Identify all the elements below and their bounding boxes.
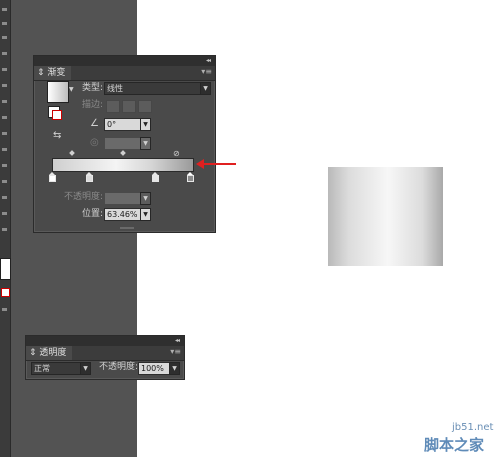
angle-icon: ∠ [90, 118, 99, 129]
tool-icon[interactable] [2, 116, 7, 119]
reverse-gradient-icon[interactable]: ⇆ [53, 130, 61, 141]
panel-menu-icon[interactable]: ▾≡ [201, 68, 212, 76]
stroke-option-1-icon[interactable] [106, 100, 120, 113]
angle-input[interactable]: 0° [104, 118, 142, 131]
stroke-option-3-icon[interactable] [138, 100, 152, 113]
tool-icon[interactable] [2, 148, 7, 151]
gradient-stop-selected[interactable] [187, 172, 194, 182]
location-input[interactable]: 63.46% [104, 208, 142, 221]
tool-icon[interactable] [2, 8, 7, 11]
gradient-slider[interactable] [52, 158, 194, 172]
fill-swatch[interactable] [0, 258, 11, 280]
aspect-dropdown-icon[interactable]: ▼ [140, 137, 151, 150]
tools-panel [0, 0, 11, 457]
aspect-ratio-icon: ◎ [90, 137, 99, 148]
gradient-stop[interactable] [86, 172, 93, 182]
tool-icon[interactable] [2, 196, 7, 199]
panel-menu-icon[interactable]: ▾≡ [170, 348, 181, 356]
gradient-stop[interactable] [49, 172, 56, 182]
tab-arrows-icon: ⇕ [37, 68, 45, 78]
blend-mode-select[interactable]: 正常 [31, 362, 82, 375]
panel-tab-row: ⇕ 透明度 ▾≡ [26, 346, 184, 361]
gradient-preview-swatch[interactable] [47, 81, 69, 103]
type-select[interactable]: 线性 [104, 82, 204, 95]
fill-stroke-swatch[interactable] [48, 106, 62, 120]
watermark-url: jb51.net [452, 422, 494, 433]
opacity-dropdown-icon[interactable]: ▼ [140, 192, 151, 205]
annotation-arrow [203, 163, 236, 165]
gradient-preset-dropdown-icon[interactable]: ▼ [69, 86, 74, 93]
transparency-opacity-label: 不透明度: [99, 362, 139, 372]
tool-icon[interactable] [2, 180, 7, 183]
opacity-label: 不透明度: [64, 192, 104, 202]
tab-transparency[interactable]: ⇕ 透明度 [26, 346, 73, 360]
none-swatch-icon[interactable] [1, 288, 10, 297]
transparency-opacity-input[interactable]: 100% [138, 362, 170, 375]
delete-stop-icon[interactable]: ⊘ [173, 149, 180, 158]
chevron-down-icon[interactable]: ▼ [169, 362, 180, 375]
stroke-option-2-icon[interactable] [122, 100, 136, 113]
tool-icon[interactable] [2, 100, 7, 103]
panel-tab-row: ⇕ 渐变 ▾≡ [34, 66, 215, 81]
tool-icon[interactable] [2, 84, 7, 87]
tool-icon[interactable] [2, 308, 7, 311]
panel-resize-handle[interactable] [120, 227, 134, 229]
tab-transparency-label: 透明度 [39, 348, 67, 358]
angle-dropdown-icon[interactable]: ▼ [140, 118, 151, 131]
stroke-box [52, 110, 62, 120]
tool-icon[interactable] [2, 212, 7, 215]
tool-icon[interactable] [2, 68, 7, 71]
panel-collapse-icon[interactable]: ◂◂ [206, 57, 211, 65]
type-label: 类型: [82, 83, 104, 93]
panel-titlebar[interactable]: ◂◂ [26, 336, 184, 346]
tab-gradient-label: 渐变 [47, 68, 66, 78]
annotation-arrow-head [196, 159, 204, 169]
tool-icon[interactable] [2, 228, 7, 231]
gradient-rectangle[interactable] [328, 167, 443, 266]
tool-icon[interactable] [2, 22, 7, 25]
watermark-site: 脚本之家 [424, 436, 485, 454]
gradient-stop[interactable] [152, 172, 159, 182]
tab-arrows-icon: ⇕ [29, 348, 37, 358]
tab-gradient[interactable]: ⇕ 渐变 [34, 66, 72, 80]
panel-collapse-icon[interactable]: ◂◂ [175, 337, 180, 345]
stroke-label: 描边: [82, 100, 104, 110]
location-label: 位置: [82, 209, 104, 219]
panel-titlebar[interactable]: ◂◂ [34, 56, 215, 66]
tool-icon[interactable] [2, 36, 7, 39]
chevron-down-icon[interactable]: ▼ [80, 362, 91, 375]
aspect-ratio-input[interactable] [104, 137, 142, 150]
location-dropdown-icon[interactable]: ▼ [140, 208, 151, 221]
opacity-input[interactable] [104, 192, 142, 205]
tool-icon[interactable] [2, 164, 7, 167]
tool-icon[interactable] [2, 132, 7, 135]
tool-icon[interactable] [2, 52, 7, 55]
chevron-down-icon[interactable]: ▼ [200, 82, 211, 95]
